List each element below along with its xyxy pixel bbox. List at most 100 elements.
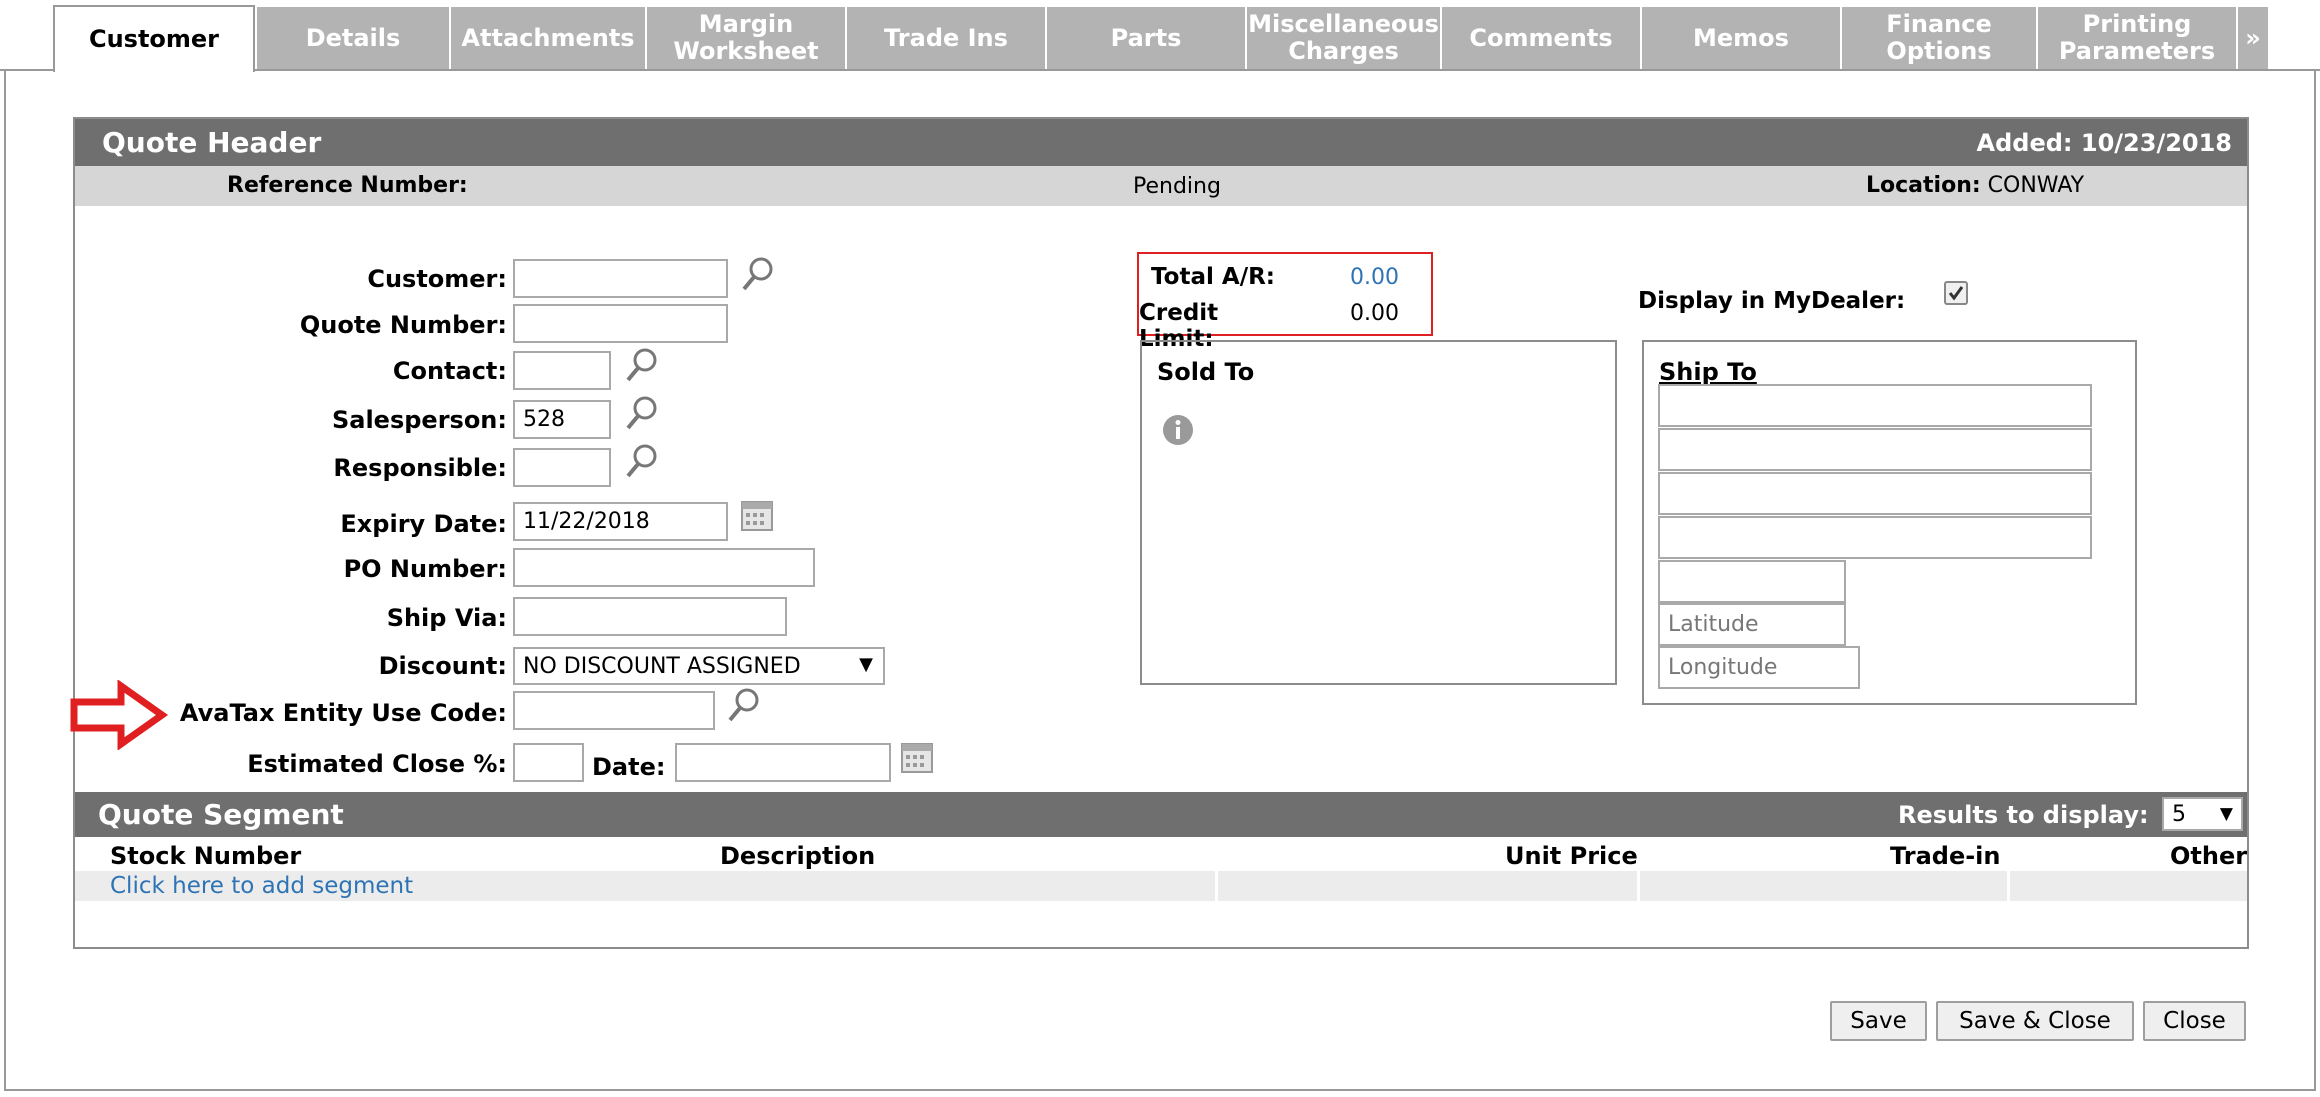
discount-select[interactable]: NO DISCOUNT ASSIGNED ▼ (513, 647, 885, 685)
add-segment-link[interactable]: Click here to add segment (110, 873, 413, 899)
added-date: Added: 10/23/2018 (1976, 129, 2232, 157)
save-button[interactable]: Save (1830, 1001, 1927, 1041)
ship-to-address-line-1[interactable] (1658, 384, 2092, 427)
location-value: CONWAY (1987, 173, 2085, 198)
reference-number-label: Reference Number: (227, 173, 468, 198)
tab-finance-options[interactable]: Finance Options (1840, 7, 2036, 69)
latitude-input[interactable] (1658, 603, 1846, 646)
ship-via-input[interactable] (513, 597, 787, 636)
contact-label: Contact: (392, 357, 507, 385)
salesperson-search-icon[interactable] (624, 394, 660, 434)
column-divider (1637, 871, 1640, 901)
expiry-date-input[interactable] (513, 502, 728, 541)
po-number-input[interactable] (513, 548, 815, 587)
date-label: Date: (592, 753, 666, 781)
close-button-label: Close (2163, 1008, 2226, 1034)
ship-to-address-line-2[interactable] (1658, 428, 2092, 471)
tab-label: Finance Options (1886, 10, 1992, 65)
quote-header-title: Quote Header (102, 126, 322, 159)
sold-to-title: Sold To (1157, 358, 1255, 386)
red-arrow-icon (70, 680, 169, 750)
tab-label: Miscellaneous Charges (1248, 10, 1439, 65)
tab-memos[interactable]: Memos (1640, 7, 1840, 69)
expiry-date-calendar-icon[interactable] (740, 497, 774, 533)
tab-label: Trade Ins (884, 23, 1008, 52)
checkmark-icon (1948, 286, 1964, 301)
responsible-search-icon[interactable] (624, 442, 660, 482)
expiry-date-label: Expiry Date: (340, 510, 507, 538)
location-label: Location: (1866, 173, 1981, 198)
discount-selected-value: NO DISCOUNT ASSIGNED (523, 654, 801, 679)
tab-details[interactable]: Details (255, 7, 449, 69)
column-header-trade-in: Trade-in (1890, 842, 2001, 870)
longitude-input[interactable] (1658, 646, 1860, 689)
avatax-entity-use-code-label: AvaTax Entity Use Code: (179, 699, 507, 727)
tab-label: Parts (1110, 23, 1182, 52)
column-header-description: Description (720, 842, 876, 870)
responsible-input[interactable] (513, 448, 611, 487)
estimated-close-input[interactable] (513, 743, 584, 782)
tab-more-button[interactable]: » (2236, 7, 2268, 69)
save-button-label: Save (1850, 1008, 1907, 1034)
tab-miscellaneous-charges[interactable]: Miscellaneous Charges (1245, 7, 1440, 69)
display-in-mydealer-label: Display in MyDealer: (1638, 288, 1906, 314)
avatax-search-icon[interactable] (726, 686, 762, 726)
responsible-label: Responsible: (333, 454, 507, 482)
column-header-other: Other (2170, 842, 2248, 870)
tab-label: Comments (1469, 23, 1613, 52)
results-to-display-select[interactable]: 5 ▼ (2162, 797, 2243, 831)
ship-to-address-line-4[interactable] (1658, 516, 2092, 559)
quote-number-input[interactable] (513, 304, 728, 343)
reference-bar: Reference Number: Pending Location: CONW… (75, 166, 2247, 206)
ship-to-postal-code[interactable] (1658, 560, 1846, 603)
ar-summary-box: Total A/R: 0.00 Credit Limit: 0.00 (1137, 252, 1433, 352)
chevron-right-double-icon: » (2245, 23, 2261, 52)
quote-segment-title: Quote Segment (98, 798, 344, 831)
tab-label: Attachments (461, 23, 635, 52)
table-row: Click here to add segment (75, 871, 2247, 901)
contact-search-icon[interactable] (624, 346, 660, 386)
salesperson-input[interactable] (513, 400, 611, 439)
date-calendar-icon[interactable] (900, 739, 934, 775)
tab-margin-worksheet[interactable]: Margin Worksheet (645, 7, 845, 69)
quote-status: Pending (1133, 174, 1221, 199)
credit-limit-value: 0.00 (1350, 301, 1399, 326)
ship-to-address-line-3[interactable] (1658, 472, 2092, 515)
date-input[interactable] (675, 743, 891, 782)
save-and-close-button-label: Save & Close (1959, 1008, 2111, 1034)
tab-printing-parameters[interactable]: Printing Parameters (2036, 7, 2236, 69)
ship-to-title: Ship To (1659, 358, 1757, 386)
tab-label: Memos (1693, 23, 1789, 52)
info-icon[interactable] (1162, 414, 1194, 446)
tab-label: Printing Parameters (2058, 10, 2216, 65)
customer-label: Customer: (367, 265, 507, 293)
tab-trade-ins[interactable]: Trade Ins (845, 7, 1045, 69)
avatax-entity-use-code-input[interactable] (513, 691, 715, 730)
tab-customer[interactable]: Customer (53, 5, 255, 72)
column-header-stock-number: Stock Number (110, 842, 302, 870)
tab-label: Details (305, 23, 401, 52)
estimated-close-label: Estimated Close %: (247, 750, 507, 778)
column-divider (2007, 871, 2010, 901)
customer-input[interactable] (513, 259, 728, 298)
tab-comments[interactable]: Comments (1440, 7, 1640, 69)
save-and-close-button[interactable]: Save & Close (1936, 1001, 2134, 1041)
tab-parts[interactable]: Parts (1045, 7, 1245, 69)
results-to-display-value: 5 (2172, 802, 2186, 827)
column-divider (1215, 871, 1218, 901)
column-header-unit-price: Unit Price (1505, 842, 1638, 870)
tab-attachments[interactable]: Attachments (449, 7, 645, 69)
close-button[interactable]: Close (2143, 1001, 2246, 1041)
salesperson-label: Salesperson: (331, 406, 507, 434)
tab-label: Margin Worksheet (673, 10, 819, 65)
tab-label: Customer (88, 25, 220, 53)
ship-via-label: Ship Via: (386, 604, 507, 632)
total-ar-value[interactable]: 0.00 (1350, 265, 1399, 290)
dropdown-arrow-icon: ▼ (2219, 804, 2233, 824)
display-in-mydealer-checkbox[interactable] (1944, 281, 1968, 305)
location: Location: CONWAY (1866, 173, 2084, 198)
contact-input[interactable] (513, 351, 611, 390)
customer-search-icon[interactable] (740, 255, 776, 295)
results-to-display-label: Results to display: (1898, 801, 2149, 829)
total-ar-label: Total A/R: (1151, 264, 1275, 290)
